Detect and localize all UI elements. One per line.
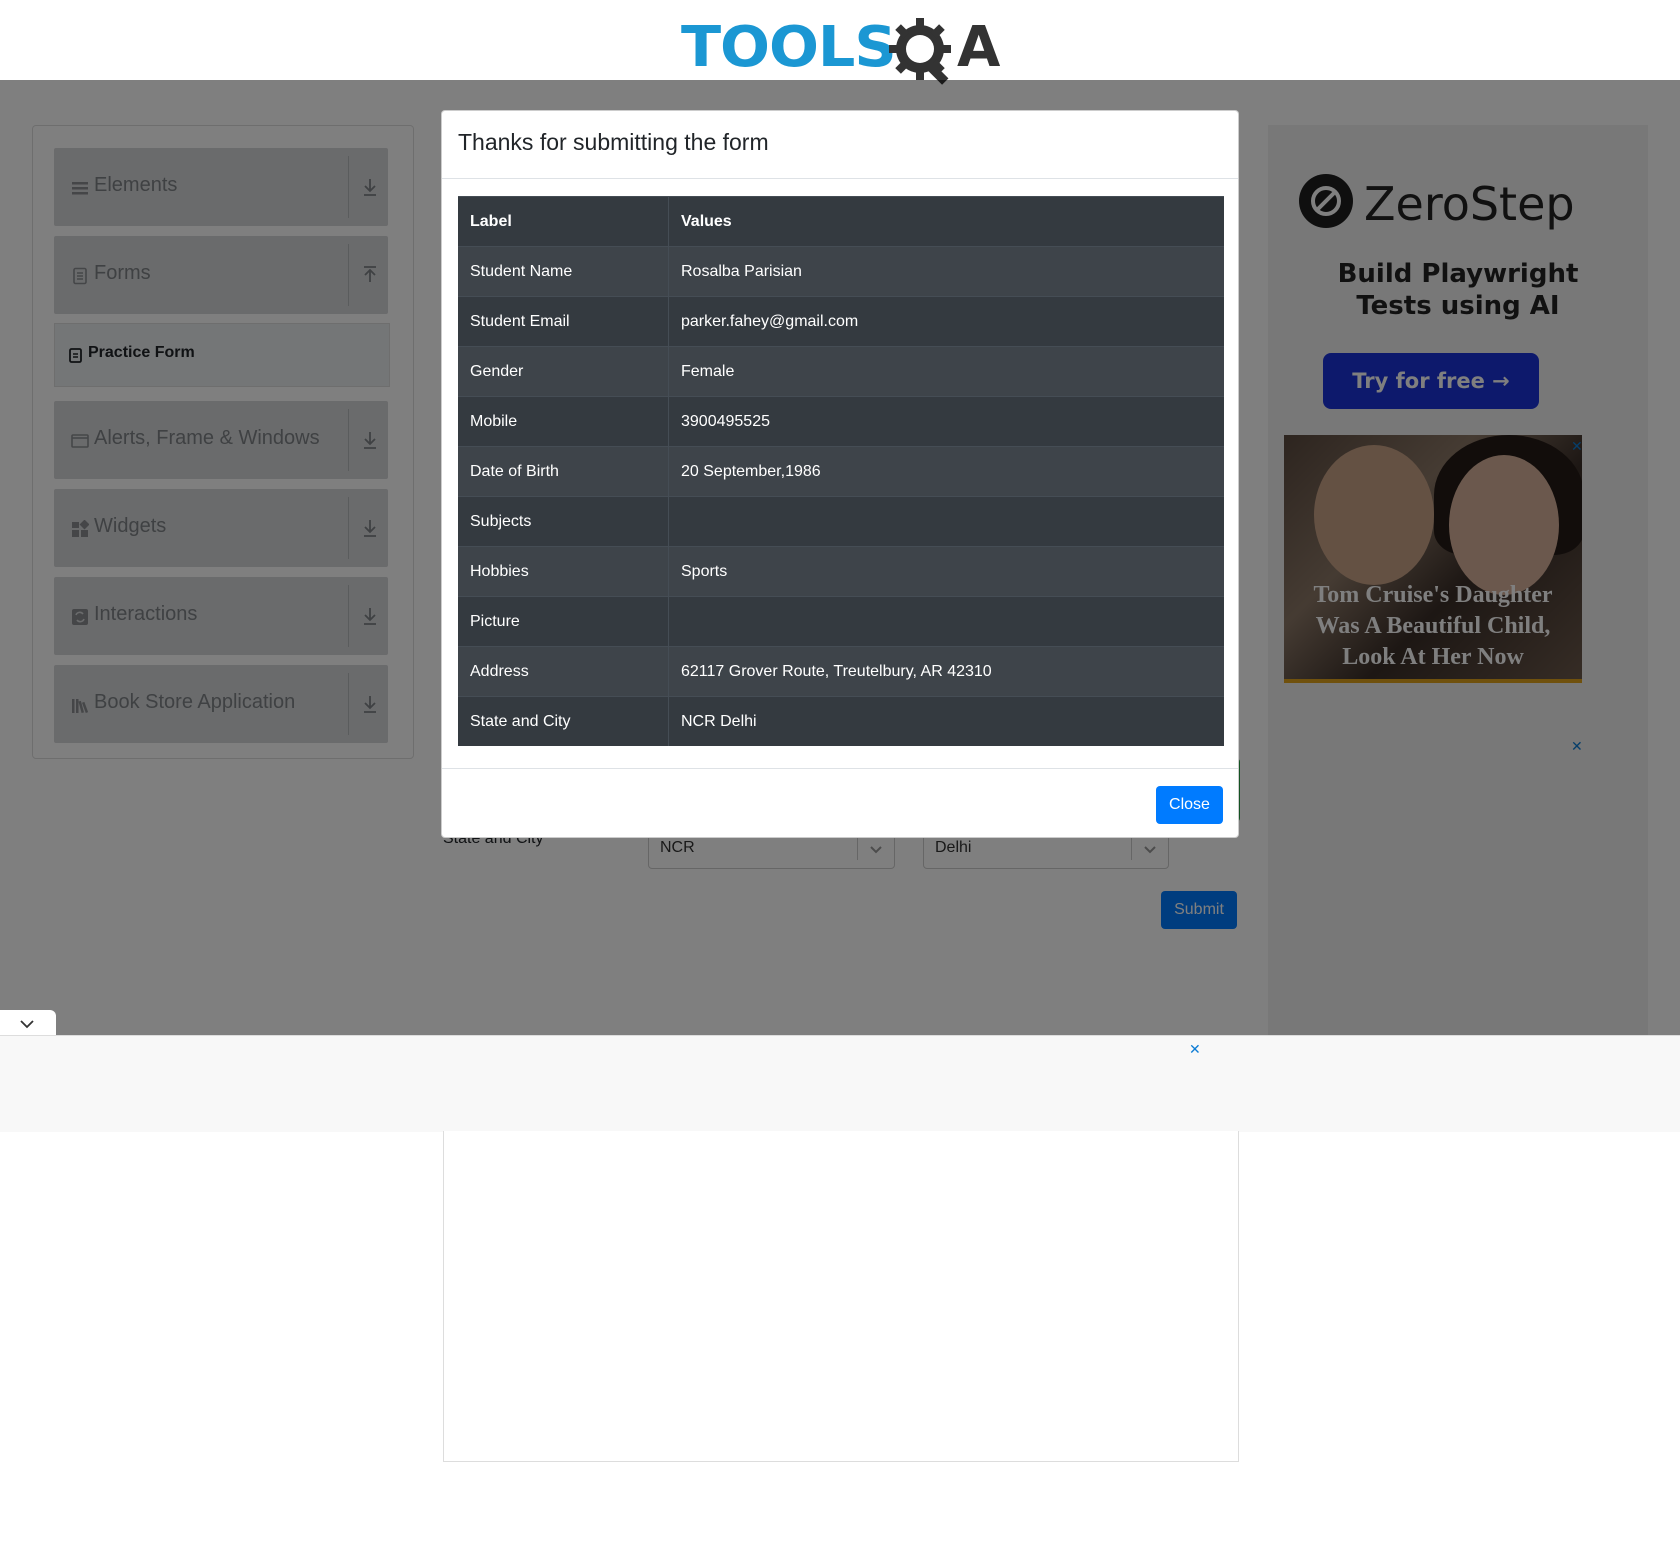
row-value: Female	[668, 346, 1224, 397]
table-row: Gender Female	[458, 346, 1224, 397]
row-value: parker.fahey@gmail.com	[668, 296, 1224, 347]
ad-close-icon[interactable]: ✕	[1189, 1041, 1201, 1058]
row-value: 62117 Grover Route, Treutelbury, AR 4231…	[668, 646, 1224, 697]
chevron-down-icon	[20, 1020, 34, 1029]
row-label: Picture	[458, 596, 669, 647]
table-row: Subjects	[458, 496, 1224, 547]
row-value	[668, 596, 1224, 647]
collapse-ad-tab[interactable]	[0, 1010, 56, 1036]
row-value: 20 September,1986	[668, 446, 1224, 497]
logo-text-end: A	[957, 15, 1001, 80]
row-label: Hobbies	[458, 546, 669, 597]
table-row: Date of Birth 20 September,1986	[458, 446, 1224, 497]
row-label: Student Name	[458, 246, 669, 297]
row-value: NCR Delhi	[668, 696, 1224, 746]
row-value: Sports	[668, 546, 1224, 597]
table-header-label: Label	[458, 196, 669, 247]
table-row: Student Email parker.fahey@gmail.com	[458, 296, 1224, 347]
bottom-ad-banner: ✕	[0, 1035, 1680, 1132]
row-label: Date of Birth	[458, 446, 669, 497]
divider	[442, 178, 1238, 179]
table-row: Address 62117 Grover Route, Treutelbury, …	[458, 646, 1224, 697]
row-label: Mobile	[458, 396, 669, 447]
table-header-values: Values	[668, 196, 1224, 247]
row-value: Rosalba Parisian	[668, 246, 1224, 297]
table-row: Student Name Rosalba Parisian	[458, 246, 1224, 297]
row-label: Address	[458, 646, 669, 697]
row-label: State and City	[458, 696, 669, 746]
table-row: Hobbies Sports	[458, 546, 1224, 597]
logo-text: TOOLS	[681, 15, 897, 80]
row-value: 3900495525	[668, 396, 1224, 447]
submission-modal: Thanks for submitting the form Label Val…	[441, 110, 1239, 838]
site-header: TOOLS A	[0, 0, 1680, 85]
footer-frame	[443, 1131, 1239, 1462]
table-row: Mobile 3900495525	[458, 396, 1224, 447]
modal-title: Thanks for submitting the form	[458, 129, 769, 155]
close-button[interactable]: Close	[1156, 786, 1223, 824]
divider	[442, 768, 1238, 769]
table-row: State and City NCR Delhi	[458, 696, 1224, 746]
row-label: Subjects	[458, 496, 669, 547]
row-label: Student Email	[458, 296, 669, 347]
table-row: Picture	[458, 596, 1224, 647]
row-label: Gender	[458, 346, 669, 397]
submission-table: Label Values Student Name Rosalba Parisia…	[458, 196, 1224, 746]
row-value	[668, 496, 1224, 547]
